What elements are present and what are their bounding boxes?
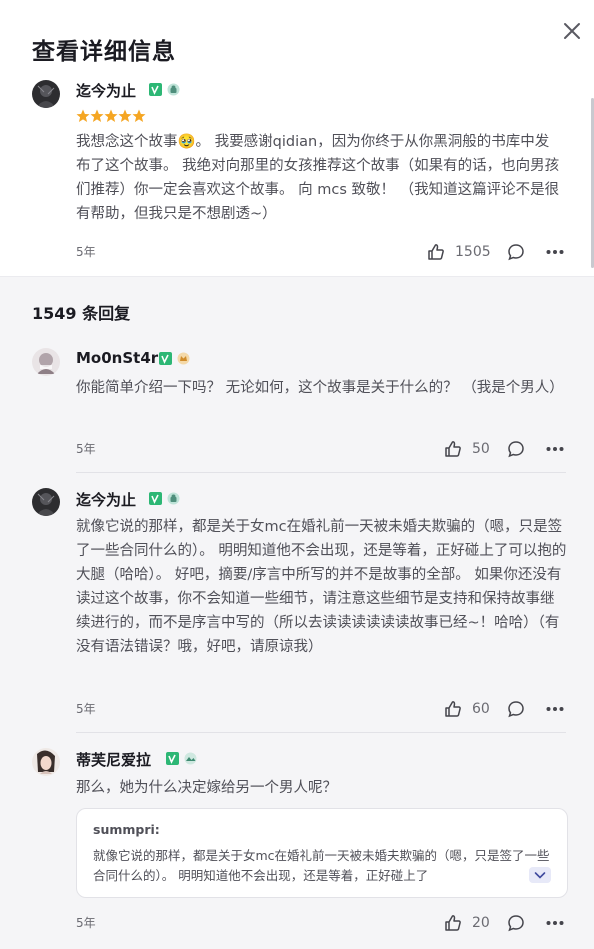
- reply-username[interactable]: 迄今为止: [76, 489, 136, 510]
- thumbs-up-icon[interactable]: [427, 243, 445, 261]
- review-text: 我想念这个故事🥹。 我要感谢qidian，因为你终于从你黑洞般的书库中发布了这个…: [76, 134, 560, 222]
- reply-text: 你能简单介绍一下吗？ 无论如何，这个故事是关于什么的？ （我是个男人）: [76, 380, 564, 396]
- more-dots-icon[interactable]: [546, 700, 564, 718]
- like-count: 60: [472, 701, 490, 717]
- comment-bubble-icon[interactable]: [507, 440, 525, 458]
- thumbs-up-icon[interactable]: [444, 440, 462, 458]
- level-badge-icon: [167, 83, 180, 96]
- avatar[interactable]: [32, 488, 60, 516]
- reply-time: 5年: [76, 702, 96, 716]
- reply-time: 5年: [76, 916, 96, 930]
- replies-count-heading: 1549 条回复: [32, 304, 131, 323]
- more-dots-icon[interactable]: [546, 440, 564, 458]
- reply-text: 就像它说的那样，都是关于女mc在婚礼前一天被未婚夫欺骗的（嗯，只是签了一些合同什…: [76, 519, 567, 655]
- main-review-section: 查看详细信息 迄今为止 我想念这个故事🥹。 我要感谢qidian，因为你终于从你…: [0, 0, 594, 276]
- divider: [76, 732, 566, 733]
- like-count: 20: [472, 915, 490, 931]
- level-badge-icon: [167, 492, 180, 505]
- reply-username[interactable]: Mo0nSt4r: [76, 349, 158, 367]
- comment-bubble-icon[interactable]: [507, 914, 525, 932]
- reply-username[interactable]: 蒂芙尼爱拉: [76, 749, 151, 770]
- page-title: 查看详细信息: [32, 39, 176, 65]
- level-badge-icon: [177, 352, 190, 365]
- quoted-reply[interactable]: summpri: 就像它说的那样，都是关于女mc在婚礼前一天被未婚夫欺骗的（嗯，…: [76, 808, 568, 898]
- review-time: 5年: [76, 245, 96, 259]
- level-badge-icon: [184, 752, 197, 765]
- like-count: 50: [472, 441, 490, 457]
- chevron-down-icon[interactable]: [529, 867, 551, 883]
- avatar[interactable]: [32, 748, 60, 776]
- avatar[interactable]: [32, 80, 60, 108]
- review-username[interactable]: 迄今为止: [76, 80, 136, 101]
- comment-bubble-icon[interactable]: [507, 700, 525, 718]
- verified-badge-icon: [166, 752, 179, 765]
- more-dots-icon[interactable]: [546, 243, 564, 261]
- close-icon[interactable]: [562, 21, 582, 41]
- comment-bubble-icon[interactable]: [507, 243, 525, 261]
- reply-time: 5年: [76, 442, 96, 456]
- quote-author: summpri:: [93, 822, 160, 837]
- verified-badge-icon: [149, 492, 162, 505]
- thumbs-up-icon[interactable]: [444, 914, 462, 932]
- like-count: 1505: [455, 244, 491, 260]
- avatar[interactable]: [32, 348, 60, 376]
- thumbs-up-icon[interactable]: [444, 700, 462, 718]
- rating-stars: [76, 109, 146, 122]
- verified-badge-icon: [149, 83, 162, 96]
- quote-text: 就像它说的那样，都是关于女mc在婚礼前一天被未婚夫欺骗的（嗯，只是签了一些合同什…: [93, 848, 550, 883]
- divider: [76, 472, 566, 473]
- verified-badge-icon: [159, 352, 172, 365]
- reply-text: 那么，她为什么决定嫁给另一个男人呢？: [76, 780, 337, 796]
- more-dots-icon[interactable]: [546, 914, 564, 932]
